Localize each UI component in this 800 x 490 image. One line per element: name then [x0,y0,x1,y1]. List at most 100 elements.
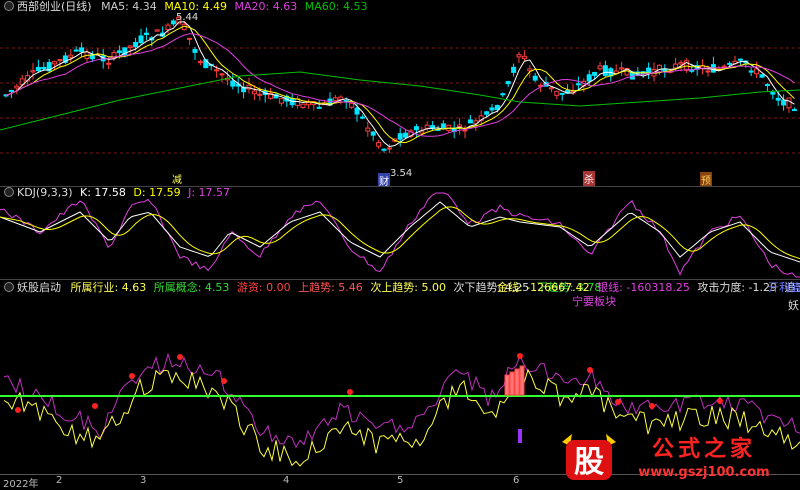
candle-body [403,132,409,138]
candle-body [532,75,538,81]
candle-body [57,59,63,62]
ma60-label: MA60: 4.53 [304,0,368,13]
candle-body [8,89,14,92]
logo-cn-text: 公式之家 [652,436,756,462]
logo-big-char: 股 [574,445,604,480]
candle-body [332,97,338,101]
kdj-chart[interactable] [0,187,800,279]
volume-marker [518,429,522,443]
candle-body [575,83,581,86]
axis-tick: 2022年 [3,479,39,490]
price-panel[interactable]: 西部创业(日线) MA5: 4.34 MA10: 4.49 MA20: 4.63… [0,0,800,186]
candle-body [349,102,355,108]
ma5-label: MA5: 4.34 [101,0,157,13]
kdj-j: J: 17.57 [188,187,231,199]
kdj-k: K: 17.58 [80,187,126,199]
candle-body [251,90,257,95]
candle-body [413,126,419,131]
low-price-label: 3.54 [390,168,413,179]
candle-body [775,97,781,101]
kdj-k-line [0,201,800,263]
candle-body [602,65,608,76]
candle-body [30,70,36,73]
candle-body [764,84,770,87]
candle-body [516,54,522,58]
candle-body [457,124,463,128]
yg-item: 所属行业: 4.63 [70,281,147,294]
kdj-d: D: 17.59 [133,187,181,199]
candle-body [678,62,684,65]
candlestick-chart[interactable] [0,0,800,186]
candle-body [143,32,149,35]
signal-dot [15,407,21,413]
candle-body [300,103,306,108]
candle-body [727,62,733,65]
candle-body [138,35,144,44]
candle-body [759,74,765,78]
candle-body [106,62,112,65]
panel-collapse-icon[interactable] [4,1,14,11]
candle-body [791,109,797,112]
candle-body [554,90,560,96]
candle-body [214,69,220,72]
kdj-panel[interactable]: KDJ(9,3,3) K: 17.58 D: 17.59 J: 17.57 [0,187,800,279]
signal-mark-1: 减 [172,175,182,186]
candle-body [424,124,430,129]
candle-body [619,67,625,70]
candle-body [35,66,41,72]
axis-tick: 6 [513,475,520,486]
panel-collapse-icon[interactable] [4,187,14,197]
candle-body [230,80,236,87]
ma60-line [0,71,800,131]
candle-body [41,66,47,70]
candle-body [467,119,473,124]
signal-dot [221,378,227,384]
signal-mark-2: 财 [378,173,390,186]
attack-bar [504,374,510,396]
attack-bar [514,368,520,396]
signal-dot [587,367,593,373]
attack-bar [519,365,525,396]
candle-body [770,92,776,95]
candle-body [68,54,74,58]
candle-body [354,107,360,115]
yg-tail: 开利值 [768,281,800,294]
candle-body [133,41,139,48]
candle-body [527,68,533,72]
candle-body [721,65,727,68]
candle-body [14,85,20,89]
candle-body [592,72,598,76]
candle-body [781,99,787,106]
candle-body [52,61,58,65]
candle-body [257,93,263,96]
candle-body [440,123,446,130]
signal-dot [92,403,98,409]
candle-body [365,127,371,132]
yaogu-title: 妖股启动 [17,281,61,294]
yaogu-legend-right: 金线: -126667.42 银线: -160318.25 攻击力度: -1.2… [497,281,800,294]
candle-body [197,61,203,64]
candle-body [548,87,554,90]
kdj-d-line [0,206,800,260]
kdj-title: KDJ(9,3,3) [17,187,73,199]
signal-dot [347,389,353,395]
yg-item: 上趋势: 5.46 [298,281,363,294]
candle-body [559,92,565,95]
candle-body [79,47,85,53]
axis-tick: 3 [140,475,147,486]
candle-body [219,73,225,76]
kdj-legend: KDJ(9,3,3) K: 17.58 D: 17.59 J: 17.57 [4,187,230,199]
panel-collapse-icon[interactable] [4,282,14,292]
axis-tick: 5 [397,475,404,486]
candle-body [192,49,198,53]
signal-dot [129,373,135,379]
yg-item: 所属概念: 4.53 [153,281,230,294]
candle-body [165,24,171,31]
axis-tick: 4 [283,475,290,486]
logo-graphic: 股 公式之家 www.gszj100.com [562,434,770,480]
yg-item: 银线: -160318.25 [597,281,690,294]
candle-body [737,58,743,61]
candle-body [397,133,403,140]
candle-body [705,70,711,73]
signal-mark-4: 预 [700,172,712,186]
